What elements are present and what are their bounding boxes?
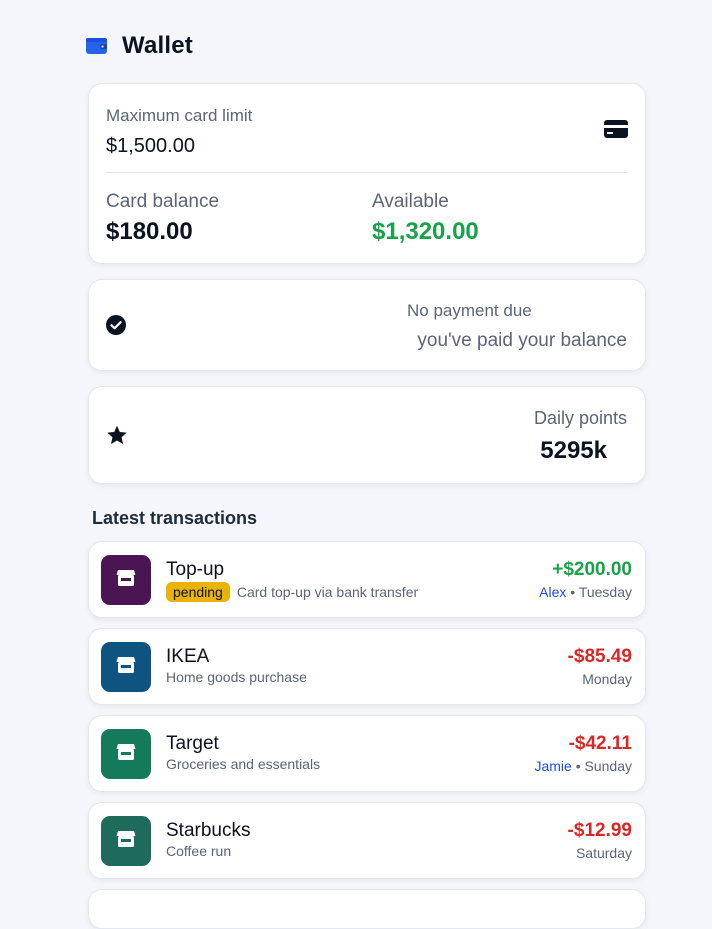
payment-status-subtitle: you've paid your balance [417, 330, 627, 351]
transaction-name: IKEA [166, 646, 210, 667]
transaction-day: Saturday [575, 845, 632, 861]
merchant-avatar [101, 642, 151, 692]
merchant-avatar [101, 816, 151, 866]
transaction-row[interactable]: Target Groceries and essentials -$42.11 … [88, 715, 646, 792]
divider [106, 172, 627, 173]
check-circle-icon [106, 315, 126, 340]
store-icon [116, 656, 136, 679]
meta-separator: • [571, 758, 585, 774]
available-value: $1,320.00 [372, 218, 479, 245]
transaction-name: Top-up [166, 559, 225, 580]
transaction-row[interactable]: IKEA Home goods purchase -$85.49 Monday [88, 628, 646, 705]
transaction-amount: -$12.99 [567, 820, 632, 841]
limit-label: Maximum card limit [106, 106, 253, 125]
transaction-name: Target [166, 733, 219, 754]
payment-status-card: No payment due you've paid your balance [88, 279, 646, 371]
transaction-meta: Jamie • Sunday [534, 758, 632, 774]
transaction-description-row: pending Card top-up via bank transfer [166, 582, 418, 602]
transaction-description: Home goods purchase [166, 669, 307, 685]
points-label: Daily points [533, 408, 627, 428]
transaction-description: Groceries and essentials [166, 756, 321, 772]
card-limit-panel: Maximum card limit $1,500.00 Card balanc… [88, 83, 646, 264]
transaction-description: Card top-up via bank transfer [236, 584, 419, 600]
transaction-day: Tuesday [578, 584, 632, 600]
page-title: Wallet [122, 32, 193, 59]
transaction-person: Alex [539, 584, 567, 600]
store-icon [116, 743, 136, 766]
balance-value: $180.00 [106, 218, 193, 245]
transaction-person: Jamie [534, 758, 572, 774]
merchant-avatar [101, 555, 151, 605]
transaction-row[interactable]: Top-up pending Card top-up via bank tran… [88, 541, 646, 618]
daily-points-card: Daily points 5295k [88, 386, 646, 484]
payment-status-title: No payment due [407, 301, 532, 320]
limit-value: $1,500.00 [106, 135, 195, 157]
transaction-meta: Monday [582, 671, 632, 687]
available-label: Available [372, 191, 449, 212]
credit-card-icon [604, 120, 628, 143]
transaction-name: Starbucks [166, 820, 251, 841]
transaction-amount: +$200.00 [552, 559, 632, 580]
wallet-screen: Wallet Maximum card limit $1,500.00 Card… [0, 0, 712, 929]
page-header: Wallet [86, 32, 193, 60]
store-icon [116, 830, 136, 853]
points-value: 5295k [540, 437, 607, 464]
transaction-day: Sunday [584, 758, 632, 774]
transaction-meta: Saturday [576, 845, 632, 861]
balance-label: Card balance [106, 191, 220, 212]
meta-separator: • [566, 584, 579, 600]
transaction-day: Monday [582, 671, 632, 687]
transaction-description-row: Groceries and essentials [166, 756, 320, 772]
transaction-description-row: Home goods purchase [166, 669, 307, 685]
merchant-avatar [101, 729, 151, 779]
transaction-description-row: Coffee run [166, 843, 231, 859]
transaction-row[interactable]: Starbucks Coffee run -$12.99 Saturday [88, 802, 646, 879]
transaction-row-partial[interactable] [88, 889, 646, 929]
transaction-meta: Alex • Tuesday [539, 584, 632, 600]
store-icon [116, 569, 136, 592]
wallet-icon [86, 36, 108, 56]
transactions-title: Latest transactions [92, 508, 258, 528]
status-badge: pending [166, 582, 230, 602]
transaction-amount: -$85.49 [567, 646, 632, 667]
star-icon [106, 425, 128, 451]
transaction-amount: -$42.11 [568, 733, 632, 754]
transaction-description: Coffee run [166, 843, 232, 859]
